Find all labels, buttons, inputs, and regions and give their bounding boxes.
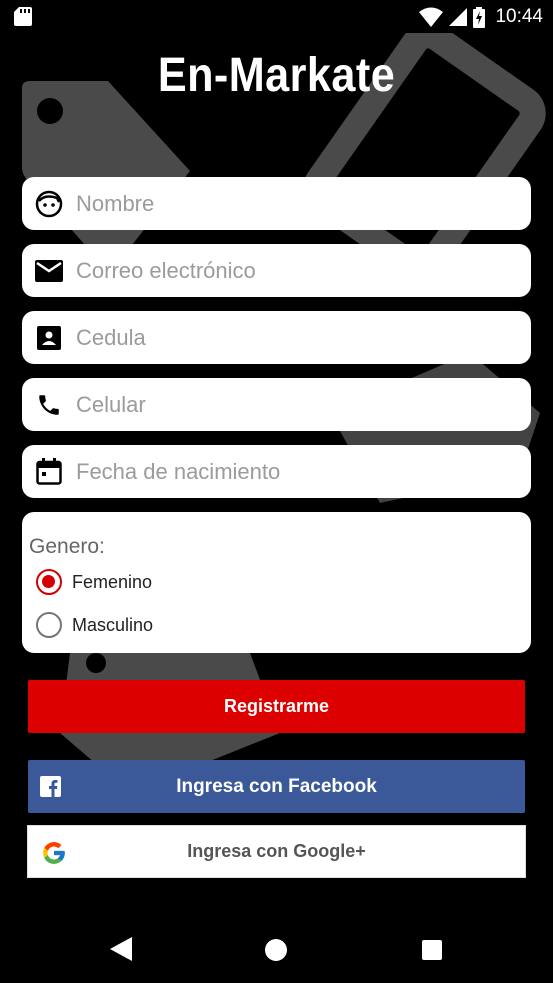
back-icon[interactable]: [110, 937, 132, 961]
gender-option-label: Femenino: [72, 571, 153, 592]
id-field[interactable]: Cedula: [22, 311, 531, 364]
signal-icon: [449, 8, 468, 26]
gender-card: Genero: Femenino Masculino: [22, 512, 531, 653]
email-icon: [34, 256, 64, 286]
phone-placeholder: Celular: [76, 391, 146, 417]
facebook-button-label: Ingresa con Facebook: [176, 775, 377, 797]
face-icon: [34, 189, 64, 219]
gender-option-femenino[interactable]: Femenino: [36, 569, 152, 595]
radio-unselected-icon[interactable]: [36, 612, 62, 638]
app-title: En-Markate: [157, 49, 396, 102]
phone-field[interactable]: Celular: [22, 378, 531, 431]
gender-option-label: Masculino: [72, 614, 154, 635]
home-icon[interactable]: [265, 939, 287, 961]
email-field[interactable]: Correo electrónico: [22, 244, 531, 297]
email-placeholder: Correo electrónico: [76, 257, 256, 283]
status-bar: 10:44: [0, 0, 553, 33]
google-icon: [43, 842, 65, 864]
gender-option-masculino[interactable]: Masculino: [36, 612, 153, 638]
recents-icon[interactable]: [422, 940, 442, 960]
calendar-icon: [34, 457, 64, 487]
id-card-icon: [34, 323, 64, 353]
radio-selected-icon[interactable]: [36, 569, 62, 595]
clock: 10:44: [495, 6, 543, 27]
google-login-button[interactable]: Ingresa con Google+: [27, 825, 526, 878]
navigation-bar: [0, 913, 553, 983]
gender-label: Genero:: [29, 535, 105, 558]
facebook-login-button[interactable]: Ingresa con Facebook: [28, 760, 525, 813]
birthdate-placeholder: Fecha de nacimiento: [76, 458, 281, 484]
id-placeholder: Cedula: [76, 324, 146, 350]
name-placeholder: Nombre: [76, 190, 155, 216]
register-button[interactable]: Registrarme: [28, 680, 525, 733]
register-button-label: Registrarme: [223, 696, 330, 716]
battery-charging-icon: [473, 6, 486, 28]
wifi-icon: [419, 7, 444, 27]
sd-card-icon: [14, 7, 32, 26]
phone-icon: [34, 390, 64, 420]
birthdate-field[interactable]: Fecha de nacimiento: [22, 445, 531, 498]
facebook-icon: [40, 776, 61, 797]
google-button-label: Ingresa con Google+: [187, 841, 366, 861]
name-field[interactable]: Nombre: [22, 177, 531, 230]
